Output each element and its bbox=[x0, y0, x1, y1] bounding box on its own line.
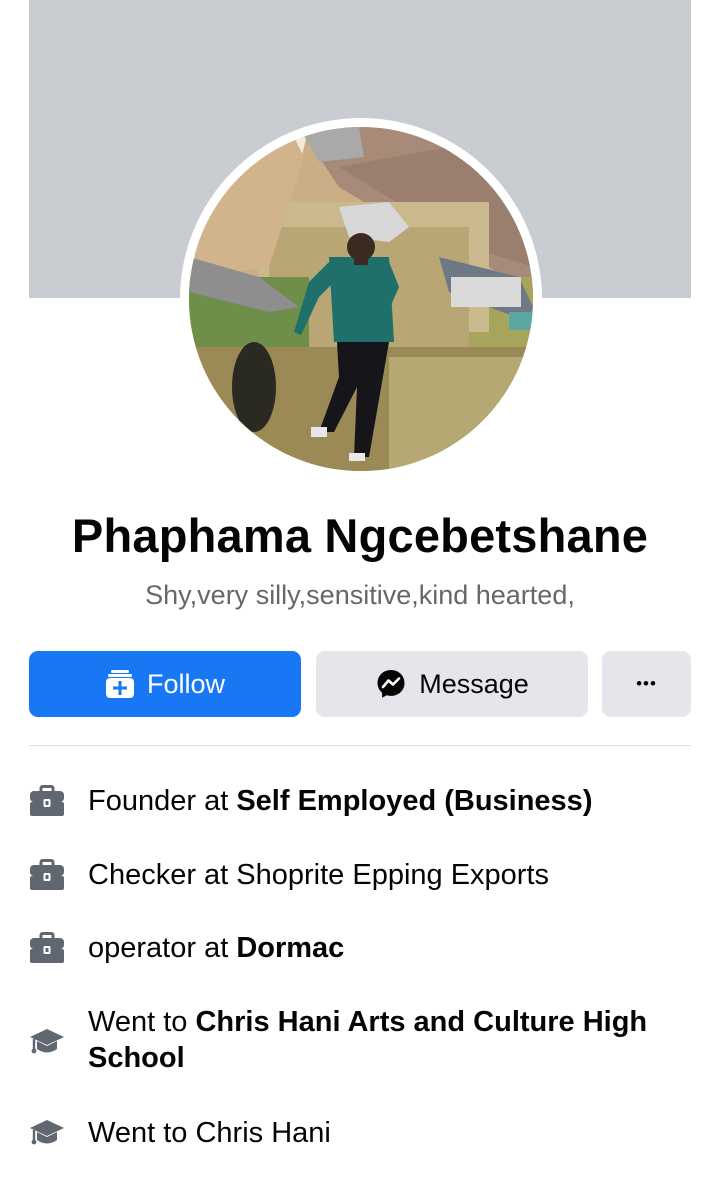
message-button[interactable]: Message bbox=[316, 651, 588, 717]
graduation-cap-icon bbox=[29, 1115, 65, 1151]
profile-name: Phaphama Ngcebetshane bbox=[71, 509, 649, 562]
education-detail: Went to Chris Hani bbox=[88, 1117, 331, 1149]
list-item: Went to Chris Hani Arts and Culture High… bbox=[29, 1004, 691, 1076]
graduation-cap-icon bbox=[29, 1024, 65, 1060]
more-options-button[interactable]: ••• bbox=[602, 651, 691, 717]
divider bbox=[29, 745, 691, 746]
messenger-icon bbox=[375, 668, 407, 700]
list-item: Founder at Self Employed (Business) bbox=[29, 783, 691, 819]
profile-bio: Shy,very silly,sensitive,kind hearted, bbox=[145, 580, 575, 610]
list-item: Checker at Shoprite Epping Exports bbox=[29, 857, 691, 893]
briefcase-icon bbox=[29, 783, 65, 819]
list-item: Went to Chris Hani bbox=[29, 1115, 691, 1151]
avatar[interactable] bbox=[189, 127, 533, 471]
education-detail: Went to Chris Hani Arts and Culture High… bbox=[88, 1006, 648, 1074]
briefcase-icon bbox=[29, 857, 65, 893]
work-detail: Checker at Shoprite Epping Exports bbox=[88, 859, 550, 891]
work-detail: operator at Dormac bbox=[88, 932, 345, 964]
profile-photo bbox=[189, 127, 533, 471]
follow-button[interactable]: Follow bbox=[29, 651, 301, 717]
list-item: operator at Dormac bbox=[29, 930, 691, 966]
more-options-icon: ••• bbox=[636, 674, 657, 693]
message-label: Message bbox=[419, 668, 529, 699]
work-detail: Founder at Self Employed (Business) bbox=[88, 785, 593, 817]
follow-label: Follow bbox=[146, 668, 226, 699]
follow-icon bbox=[105, 669, 135, 699]
briefcase-icon bbox=[29, 930, 65, 966]
